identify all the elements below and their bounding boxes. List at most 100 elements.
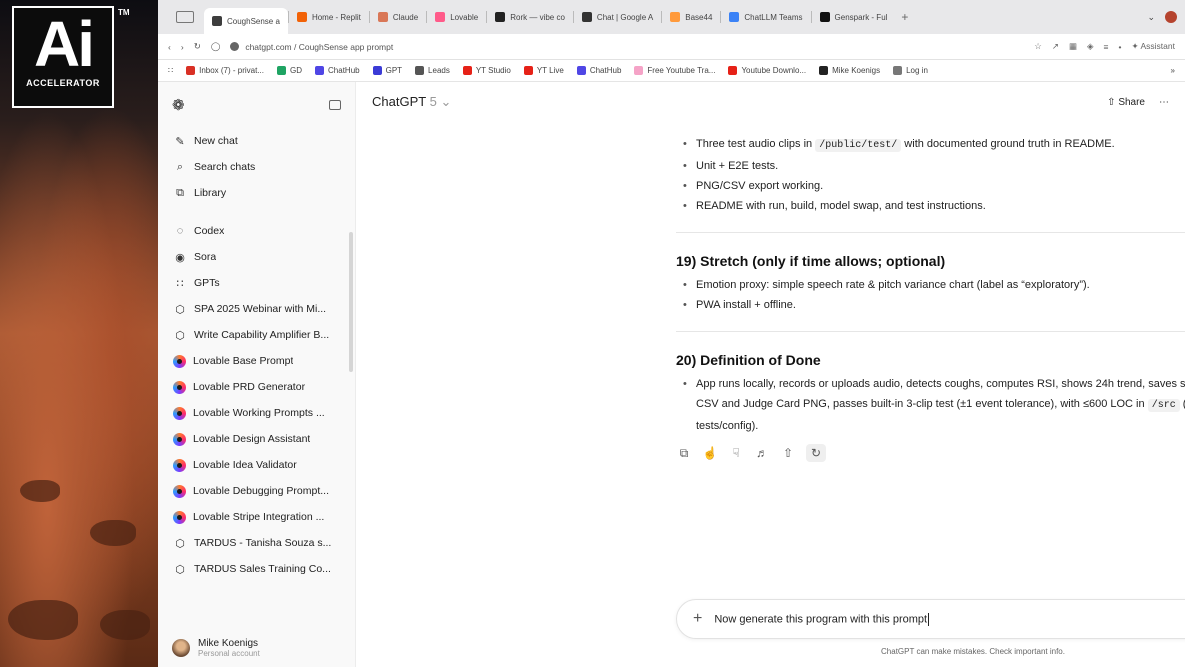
sidebar-toggle-icon[interactable] xyxy=(176,11,194,23)
sidebar: ❁ ✎ New chat ⌕ Search chats ⧉ Library ◌ Codex ◉… xyxy=(158,82,356,667)
sidebar-chat-item-3[interactable]: Lovable PRD Generator xyxy=(158,374,355,400)
tab-7[interactable]: ChatLLM Teams xyxy=(721,5,810,29)
attach-plus-icon[interactable]: + xyxy=(693,610,702,628)
sidebar-chat-item-6[interactable]: Lovable Idea Validator xyxy=(158,452,355,478)
tab-label: Genspark - Ful xyxy=(834,12,888,22)
bookmark-1[interactable]: GD xyxy=(277,66,302,75)
bookmark-0[interactable]: Inbox (7) - privat... xyxy=(186,66,264,75)
chat-header: ChatGPT 5 ⌄ ⇧ Share ⋯ xyxy=(356,82,1185,122)
url-field[interactable]: chatgpt.com / CoughSense app prompt xyxy=(230,42,1024,52)
search-icon: ⌕ xyxy=(176,160,184,173)
shield-icon[interactable]: ◯ xyxy=(211,41,221,52)
share-page-icon[interactable]: ↗ xyxy=(1052,41,1059,52)
openai-logo-icon[interactable]: ❁ xyxy=(172,96,185,114)
tab-8[interactable]: Genspark - Ful xyxy=(812,5,896,29)
bookmark-7[interactable]: ChatHub xyxy=(576,66,621,75)
tab-6[interactable]: Base44 xyxy=(662,5,720,29)
site-info-icon[interactable] xyxy=(230,42,240,51)
tab-3[interactable]: Lovable xyxy=(427,5,486,29)
user-name: Mike Koenigs xyxy=(198,638,259,649)
star-icon[interactable]: ☆ xyxy=(1034,41,1042,52)
tab-favicon-icon xyxy=(435,12,446,22)
copy-icon[interactable]: ⧉ xyxy=(676,444,692,462)
bookmark-favicon-icon xyxy=(277,66,287,75)
sidebar-app-item-2[interactable]: ∷ GPTs xyxy=(158,270,355,296)
lovable-gpt-icon xyxy=(173,406,186,420)
reader-icon[interactable]: ▦ xyxy=(1069,41,1077,52)
sidebar-chat-item-4[interactable]: Lovable Working Prompts ... xyxy=(158,400,355,426)
sidebar-chat-item-7[interactable]: Lovable Debugging Prompt... xyxy=(158,478,355,504)
share-message-icon[interactable]: ⇧ xyxy=(780,444,796,462)
sidebar-chat-item-9[interactable]: ⬡ TARDUS - Tanisha Souza s... xyxy=(158,530,355,556)
sidebar-action-item-1[interactable]: ⌕ Search chats xyxy=(158,154,355,180)
reload-icon[interactable]: ↻ xyxy=(194,41,201,52)
new-tab-icon[interactable]: + xyxy=(901,10,908,24)
apps-grid-icon[interactable]: ∷ xyxy=(168,66,173,75)
bookmark-9[interactable]: Youtube Downlo... xyxy=(728,66,806,75)
gpts-icon: ∷ xyxy=(176,277,184,290)
message-composer[interactable]: + Now generate this program with this pr… xyxy=(676,599,1185,639)
sidebar-app-item-1[interactable]: ◉ Sora xyxy=(158,244,355,270)
sidebar-action-item-2[interactable]: ⧉ Library xyxy=(158,180,355,206)
tab-5[interactable]: Chat | Google A xyxy=(574,5,661,29)
tab-favicon-icon xyxy=(495,12,506,22)
sidebar-action-item-0[interactable]: ✎ New chat xyxy=(158,128,355,154)
forward-icon[interactable]: › xyxy=(181,42,184,52)
bookmark-11[interactable]: Log in xyxy=(893,66,928,75)
user-plan: Personal account xyxy=(198,649,260,658)
tab-favicon-icon xyxy=(729,12,740,22)
list-item: README with run, build, model swap, and … xyxy=(676,196,1185,216)
sidebar-chat-item-0[interactable]: ⬡ SPA 2025 Webinar with Mi... xyxy=(158,296,355,322)
tab-0[interactable]: CoughSense a xyxy=(204,8,288,34)
share-button[interactable]: ⇧ Share xyxy=(1107,97,1145,108)
sidebar-item-label: New chat xyxy=(194,135,238,147)
bookmarks-bar: ∷ Inbox (7) - privat... GD ChatHub GPT Leads… xyxy=(158,60,1185,82)
audio-icon[interactable]: • xyxy=(1118,42,1121,52)
bookmark-favicon-icon xyxy=(415,66,425,75)
bookmark-2[interactable]: ChatHub xyxy=(315,66,360,75)
sidebar-scrollbar[interactable] xyxy=(349,232,353,372)
sidebar-item-label: TARDUS - Tanisha Souza s... xyxy=(194,537,332,549)
menu-icon[interactable]: ≡ xyxy=(1104,42,1109,52)
sidebar-chat-item-8[interactable]: Lovable Stripe Integration ... xyxy=(158,504,355,530)
bookmark-label: YT Live xyxy=(536,66,564,75)
bookmark-3[interactable]: GPT xyxy=(372,66,402,75)
tab-1[interactable]: Home - Replit xyxy=(289,5,369,29)
tab-2[interactable]: Claude xyxy=(370,5,426,29)
regenerate-icon[interactable]: ↻ xyxy=(806,444,826,462)
browser-window: CoughSense a Home - Replit Claude Lovable Ro… xyxy=(158,0,1185,667)
divider xyxy=(676,331,1185,332)
thumbs-up-icon[interactable]: ☝ xyxy=(702,444,718,462)
sidebar-app-item-0[interactable]: ◌ Codex xyxy=(158,218,355,244)
close-sidebar-icon[interactable] xyxy=(329,100,341,110)
sidebar-item-label: SPA 2025 Webinar with Mi... xyxy=(194,303,327,315)
read-aloud-icon[interactable]: ♬ xyxy=(754,444,770,462)
assistant-button[interactable]: ✦ Assistant xyxy=(1131,41,1175,52)
more-bookmarks-icon[interactable]: » xyxy=(1171,66,1175,75)
profile-avatar-icon[interactable] xyxy=(1165,11,1177,23)
user-account[interactable]: Mike Koenigs Personal account xyxy=(158,629,355,667)
sidebar-chat-item-1[interactable]: ⬡ Write Capability Amplifier B... xyxy=(158,322,355,348)
sidebar-item-label: Lovable Base Prompt xyxy=(193,355,294,367)
extensions-icon[interactable]: ◈ xyxy=(1087,41,1094,52)
prompt-input[interactable]: Now generate this program with this prom… xyxy=(714,612,1185,626)
bookmark-10[interactable]: Mike Koenigs xyxy=(819,66,880,75)
more-options-icon[interactable]: ⋯ xyxy=(1159,97,1169,108)
avatar xyxy=(172,639,190,657)
tab-4[interactable]: Rork — vibe co xyxy=(487,5,573,29)
back-icon[interactable]: ‹ xyxy=(168,42,171,52)
model-selector[interactable]: ChatGPT 5 ⌄ xyxy=(372,94,451,110)
sidebar-chat-item-5[interactable]: Lovable Design Assistant xyxy=(158,426,355,452)
bookmark-5[interactable]: YT Studio xyxy=(462,66,511,75)
sidebar-chat-item-2[interactable]: Lovable Base Prompt xyxy=(158,348,355,374)
url-text[interactable]: chatgpt.com / CoughSense app prompt xyxy=(245,42,393,52)
sidebar-chat-item-10[interactable]: ⬡ TARDUS Sales Training Co... xyxy=(158,556,355,582)
tab-list-chevron-icon[interactable]: ⌄ xyxy=(1147,12,1155,23)
bookmark-8[interactable]: Free Youtube Tra... xyxy=(634,66,715,75)
thumbs-down-icon[interactable]: ☟ xyxy=(728,444,744,462)
bookmark-4[interactable]: Leads xyxy=(415,66,450,75)
bookmark-6[interactable]: YT Live xyxy=(523,66,564,75)
tab-label: Chat | Google A xyxy=(596,12,654,22)
tab-label: Home - Replit xyxy=(311,12,361,22)
bookmark-label: Inbox (7) - privat... xyxy=(199,66,265,75)
